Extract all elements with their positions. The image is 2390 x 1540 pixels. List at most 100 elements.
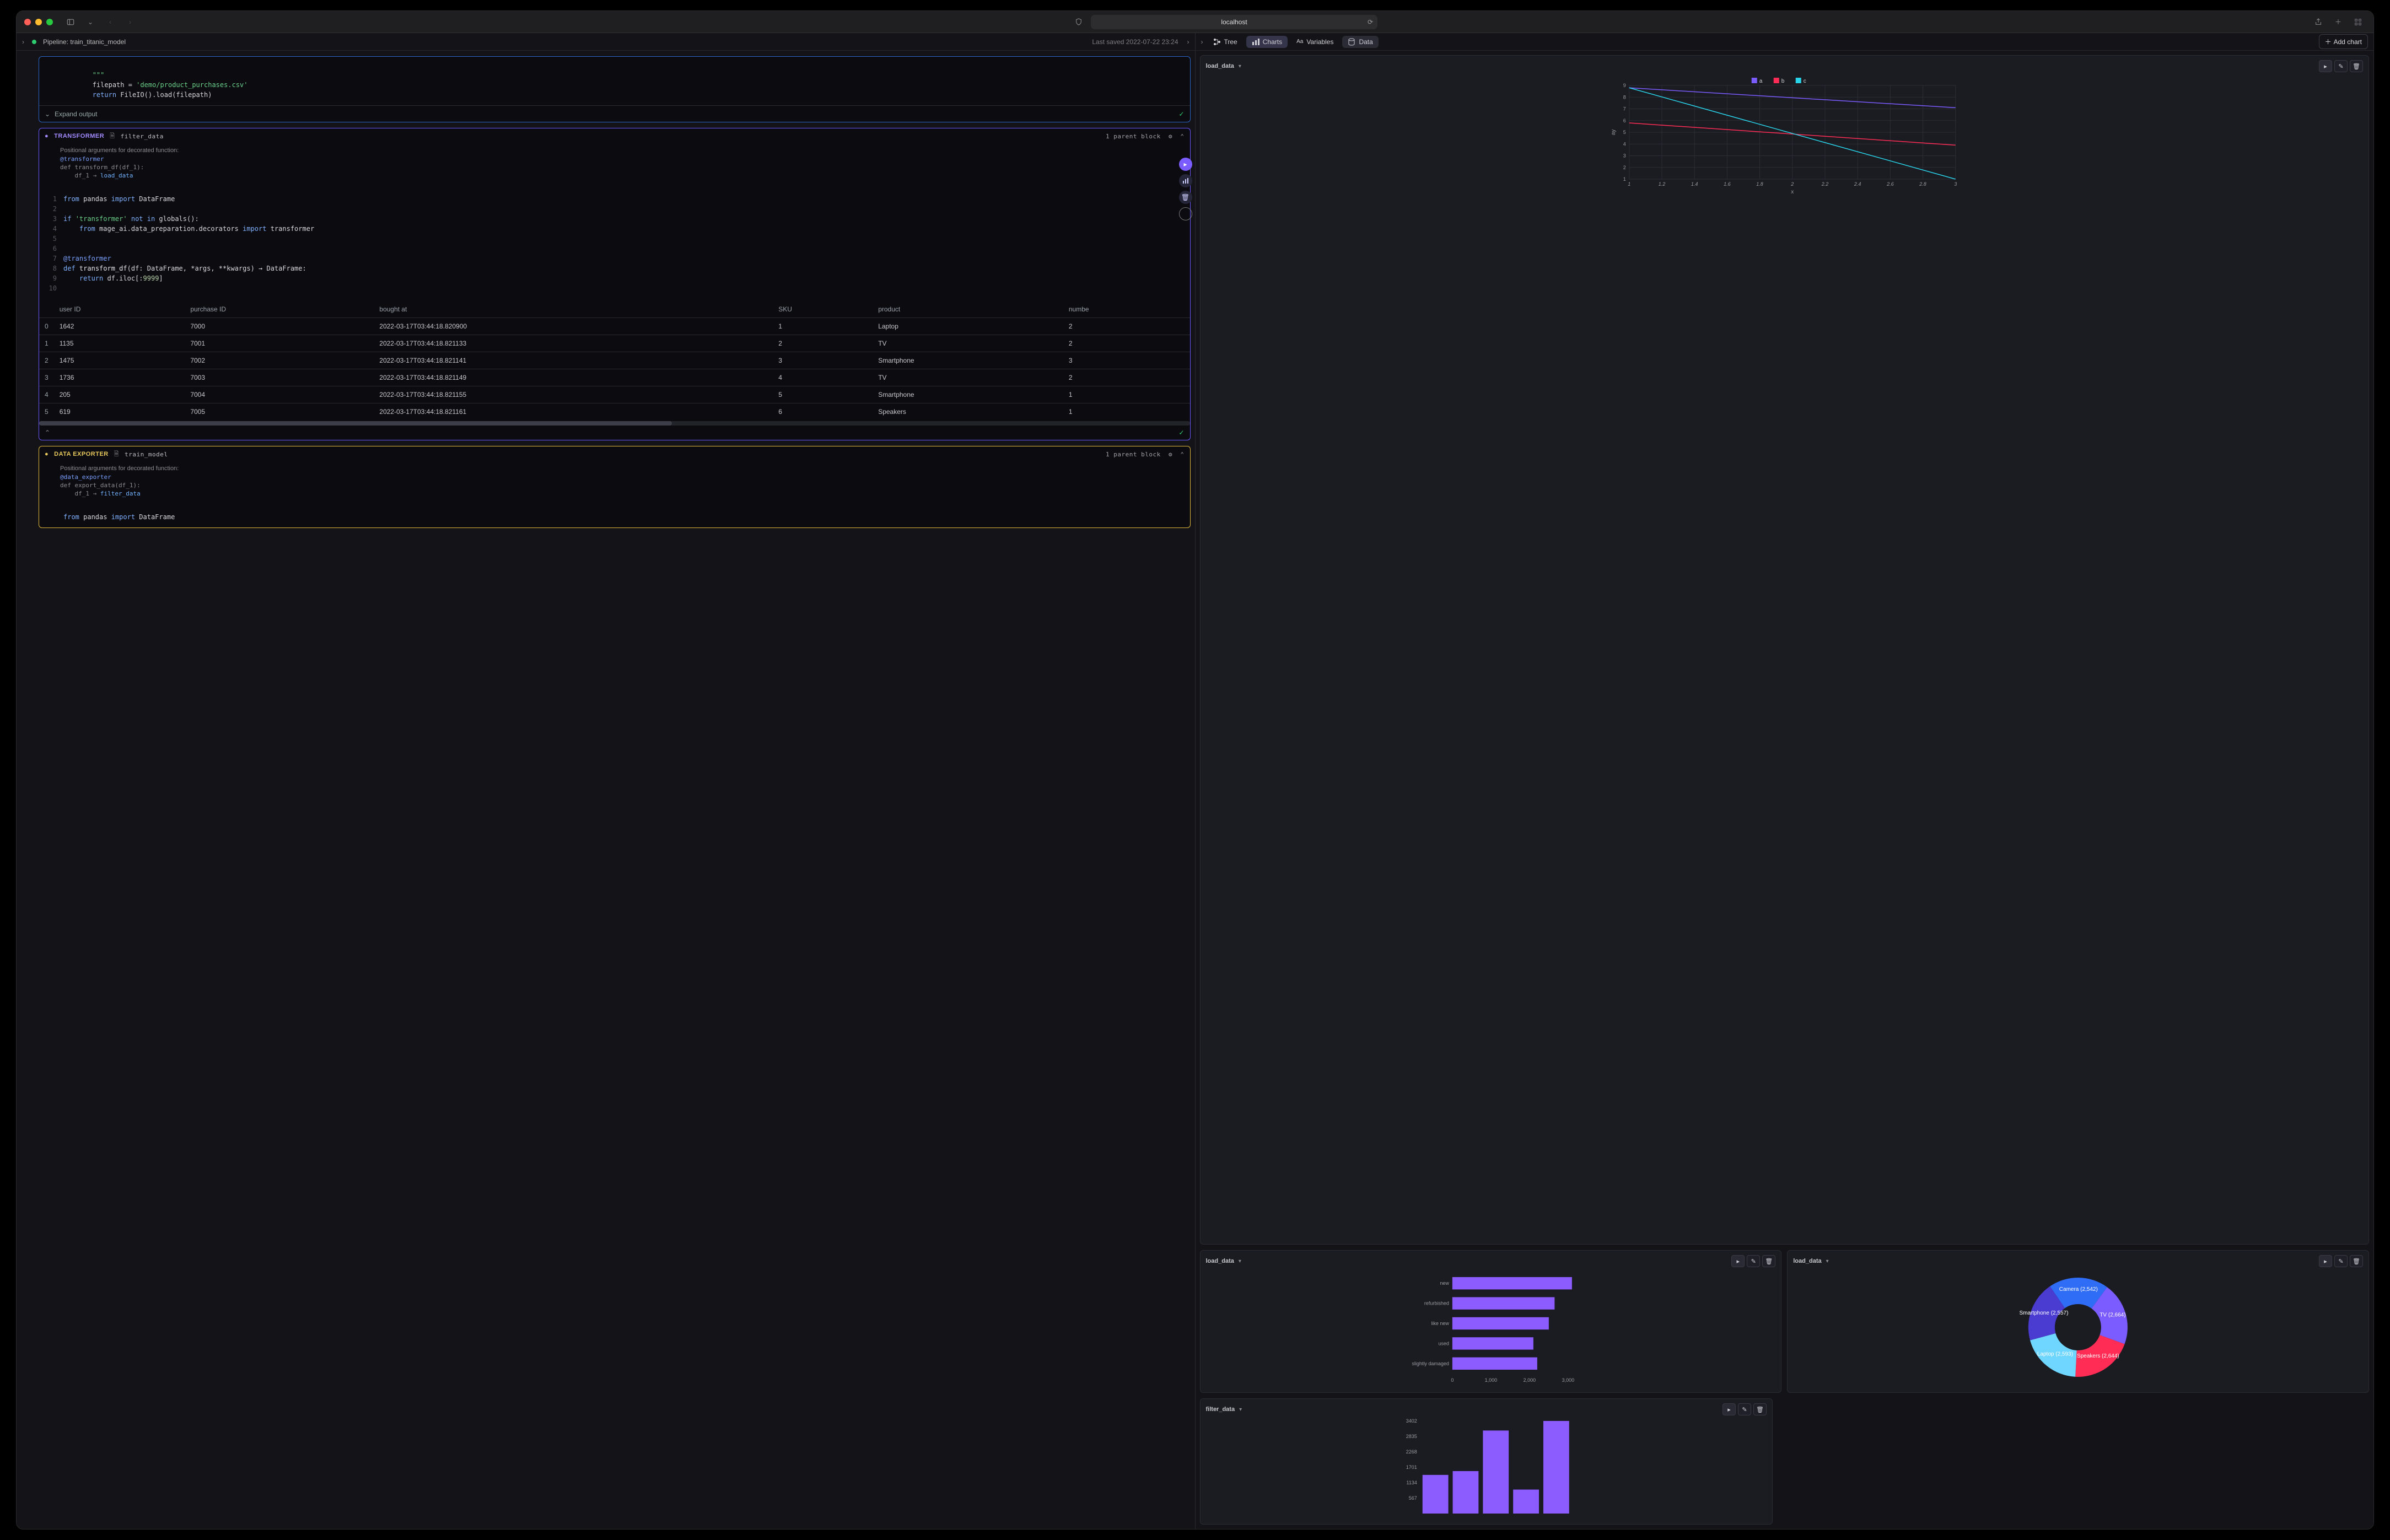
database-icon bbox=[1348, 38, 1355, 46]
chevron-right-icon[interactable]: › bbox=[1201, 38, 1203, 46]
right-header: › Tree Charts Aa Variables Data bbox=[1196, 33, 2374, 51]
tab-variables[interactable]: Aa Variables bbox=[1291, 36, 1339, 48]
output-table[interactable]: user ID purchase ID bought at SKU produc… bbox=[39, 299, 1190, 420]
zoom-window-button[interactable] bbox=[46, 19, 53, 25]
filter-icon[interactable]: ▾ bbox=[1239, 63, 1241, 69]
chevron-down-icon: ⌄ bbox=[45, 110, 50, 118]
block-header: ● TRANSFORMER 🗎 filter_data 1 parent blo… bbox=[39, 128, 1190, 144]
code-editor[interactable]: from pandas import DataFrame bbox=[39, 499, 1190, 527]
edit-chart-button[interactable]: ✎ bbox=[2334, 60, 2348, 72]
horizontal-bar-chart: newrefurbishedlike newusedslightly damag… bbox=[1206, 1269, 1776, 1385]
chevron-right-icon[interactable]: › bbox=[1187, 38, 1189, 46]
svg-text:2835: 2835 bbox=[1406, 1434, 1417, 1439]
success-check-icon: ✓ bbox=[1178, 429, 1184, 437]
table-row[interactable]: 561970052022-03-17T03:44:18.8211616Speak… bbox=[39, 403, 1190, 421]
settings-icon[interactable]: ⚙ bbox=[1169, 451, 1172, 458]
table-row[interactable]: 0164270002022-03-17T03:44:18.8209001Lapt… bbox=[39, 318, 1190, 335]
app-window: ⌄ ‹ › localhost ⟳ ＋ Pipeline: train_tita… bbox=[17, 11, 2373, 1529]
run-chart-button[interactable]: ▸ bbox=[1722, 1403, 1736, 1415]
svg-text:slightly damaged: slightly damaged bbox=[1412, 1361, 1449, 1366]
tab-charts[interactable]: Charts bbox=[1246, 36, 1288, 48]
svg-text:Speakers (2,644): Speakers (2,644) bbox=[2077, 1353, 2119, 1359]
table-row[interactable]: 1113570012022-03-17T03:44:18.8211332TV2 bbox=[39, 335, 1190, 352]
last-saved-text: Last saved 2022-07-22 23:24 bbox=[1092, 38, 1178, 46]
svg-text:1: 1 bbox=[1623, 176, 1625, 182]
tab-label: Variables bbox=[1306, 38, 1333, 46]
block-type-label: TRANSFORMER bbox=[54, 133, 104, 139]
svg-text:3: 3 bbox=[1954, 181, 1957, 187]
chevron-up-icon: ⌃ bbox=[45, 429, 50, 437]
nav-forward-button[interactable]: › bbox=[122, 15, 138, 29]
svg-text:refurbished: refurbished bbox=[1424, 1301, 1449, 1306]
url-bar[interactable]: localhost ⟳ bbox=[1091, 15, 1377, 29]
code-editor[interactable]: """ filepath = 'demo/product_purchases.c… bbox=[39, 57, 1190, 105]
col-header: SKU bbox=[773, 301, 873, 318]
svg-text:a: a bbox=[1759, 78, 1762, 84]
expand-output-row[interactable]: ⌄ Expand output ✓ bbox=[39, 105, 1190, 122]
data-loader-block: """ filepath = 'demo/product_purchases.c… bbox=[39, 56, 1191, 122]
new-tab-icon[interactable]: ＋ bbox=[2330, 15, 2346, 29]
sidebar-toggle-icon[interactable] bbox=[63, 15, 78, 29]
tab-label: Charts bbox=[1263, 38, 1282, 46]
tab-tree[interactable]: Tree bbox=[1208, 36, 1243, 48]
table-row[interactable]: 2147570022022-03-17T03:44:18.8211413Smar… bbox=[39, 352, 1190, 369]
chevron-up-icon[interactable]: ⌃ bbox=[1180, 133, 1184, 140]
chevron-up-icon[interactable]: ⌃ bbox=[1180, 451, 1184, 458]
edit-chart-button[interactable]: ✎ bbox=[2334, 1255, 2348, 1267]
success-check-icon: ✓ bbox=[1178, 110, 1184, 118]
delete-chart-button[interactable]: 🗑 bbox=[2350, 60, 2363, 72]
run-chart-button[interactable]: ▸ bbox=[2319, 1255, 2332, 1267]
close-window-button[interactable] bbox=[24, 19, 31, 25]
edit-chart-button[interactable]: ✎ bbox=[1738, 1403, 1751, 1415]
svg-text:8: 8 bbox=[1623, 94, 1625, 100]
svg-text:1.2: 1.2 bbox=[1658, 181, 1665, 187]
block-file-name: train_model bbox=[125, 451, 168, 458]
donut-chart: Camera (2,542) TV (2,664) Speakers (2,644)… bbox=[1793, 1269, 2363, 1385]
svg-text:like new: like new bbox=[1431, 1321, 1449, 1326]
run-block-button[interactable]: ▸ bbox=[1179, 158, 1192, 171]
chart-card-vbar: filter_data ▾ ▸ ✎ 🗑 56711341701226828353… bbox=[1200, 1398, 1773, 1525]
tab-overview-icon[interactable] bbox=[2350, 15, 2366, 29]
minimize-window-button[interactable] bbox=[35, 19, 42, 25]
chart-block-button[interactable] bbox=[1179, 174, 1192, 187]
add-chart-button[interactable]: ＋ Add chart bbox=[2319, 34, 2368, 49]
chart-title: load_data bbox=[1206, 1258, 1234, 1264]
left-header: Pipeline: train_titanic_model Last saved… bbox=[17, 33, 1195, 51]
svg-text:6: 6 bbox=[1623, 118, 1625, 123]
chevron-right-icon[interactable] bbox=[22, 38, 28, 46]
collapse-output-row[interactable]: ⌃ ✓ bbox=[39, 426, 1190, 440]
shield-icon[interactable] bbox=[1071, 15, 1086, 29]
delete-block-button[interactable]: 🗑 bbox=[1179, 191, 1192, 204]
nav-back-button[interactable]: ‹ bbox=[103, 15, 118, 29]
filter-icon[interactable]: ▾ bbox=[1826, 1258, 1829, 1264]
more-block-button[interactable] bbox=[1179, 207, 1192, 220]
filter-icon[interactable]: ▾ bbox=[1239, 1407, 1242, 1413]
edit-chart-button[interactable]: ✎ bbox=[1747, 1255, 1760, 1267]
col-header: product bbox=[873, 301, 1063, 318]
delete-chart-button[interactable]: 🗑 bbox=[1762, 1255, 1775, 1267]
pipeline-status-dot bbox=[32, 40, 36, 44]
charts-scroll[interactable]: load_data ▾ ▸ ✎ 🗑 12345678911.21.41.61.8… bbox=[1196, 51, 2374, 1529]
tab-data[interactable]: Data bbox=[1342, 36, 1378, 48]
code-editor[interactable]: 1from pandas import DataFrame 2 3if 'tra… bbox=[39, 181, 1190, 299]
delete-chart-button[interactable]: 🗑 bbox=[2350, 1255, 2363, 1267]
table-row[interactable]: 3173670032022-03-17T03:44:18.8211494TV2 bbox=[39, 369, 1190, 386]
svg-text:Camera (2,542): Camera (2,542) bbox=[2059, 1286, 2098, 1293]
left-scroll[interactable]: """ filepath = 'demo/product_purchases.c… bbox=[17, 51, 1195, 1529]
svg-text:1701: 1701 bbox=[1406, 1464, 1417, 1470]
run-chart-button[interactable]: ▸ bbox=[2319, 60, 2332, 72]
delete-chart-button[interactable]: 🗑 bbox=[1753, 1403, 1767, 1415]
svg-text:TV (2,664): TV (2,664) bbox=[2100, 1312, 2126, 1318]
run-chart-button[interactable]: ▸ bbox=[1731, 1255, 1745, 1267]
svg-text:3: 3 bbox=[1623, 153, 1625, 159]
settings-icon[interactable]: ⚙ bbox=[1169, 133, 1172, 140]
share-icon[interactable] bbox=[2311, 15, 2326, 29]
table-row[interactable]: 420570042022-03-17T03:44:18.8211555Smart… bbox=[39, 386, 1190, 403]
horizontal-scrollbar[interactable] bbox=[39, 421, 1190, 426]
reload-icon[interactable]: ⟳ bbox=[1368, 18, 1373, 26]
transformer-block: ● TRANSFORMER 🗎 filter_data 1 parent blo… bbox=[39, 128, 1191, 440]
add-chart-label: Add chart bbox=[2334, 38, 2362, 46]
svg-text:5: 5 bbox=[1623, 130, 1625, 135]
filter-icon[interactable]: ▾ bbox=[1239, 1258, 1241, 1264]
dropdown-chevron-icon[interactable]: ⌄ bbox=[83, 15, 98, 29]
